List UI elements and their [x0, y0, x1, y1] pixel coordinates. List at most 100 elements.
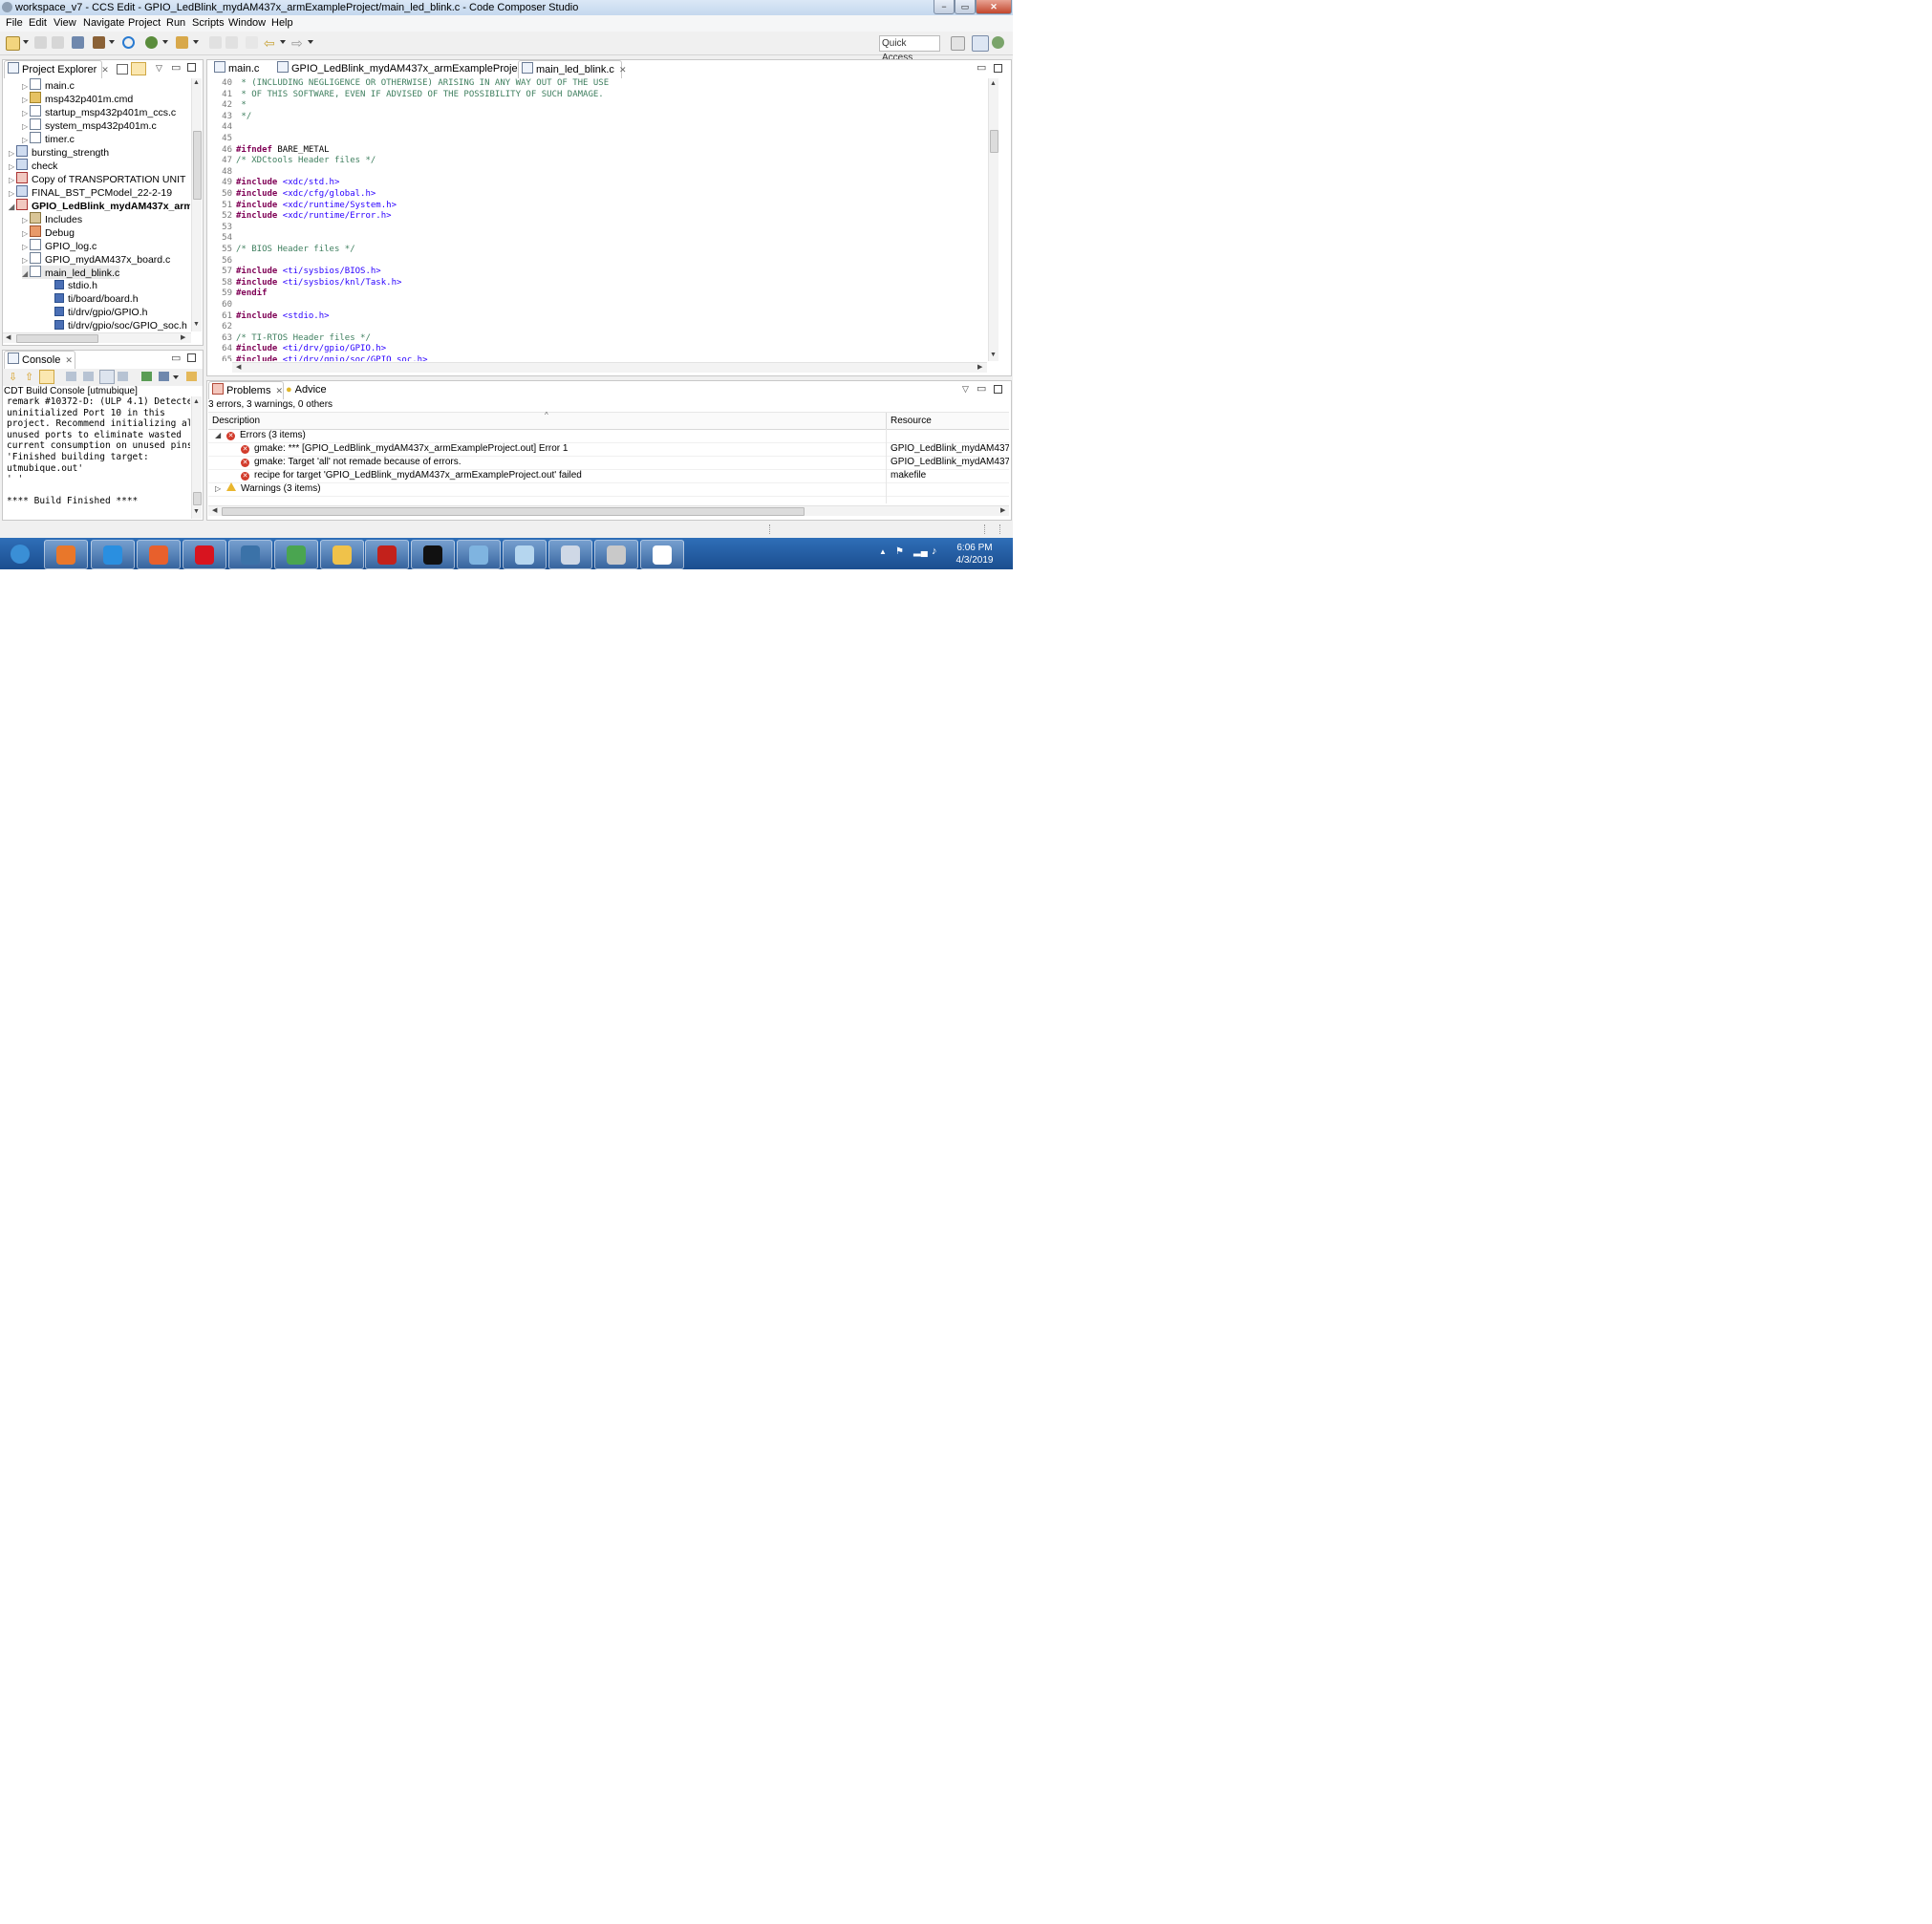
expanded-twisty-icon[interactable]: ◢: [22, 267, 30, 281]
display-dropdown-icon[interactable]: [173, 375, 179, 379]
scroll-left-arrow-icon[interactable]: ◀: [212, 506, 217, 514]
minimize-view-icon[interactable]: ▭: [171, 61, 181, 74]
minimize-view-icon[interactable]: ▭: [977, 382, 986, 395]
scroll-lock-up-icon[interactable]: ⇧: [25, 371, 33, 383]
quick-access-input[interactable]: Quick Access: [879, 35, 940, 63]
tree-item[interactable]: ▷ timer.c: [22, 132, 75, 145]
tree-item[interactable]: ▷ GPIO_log.c: [22, 239, 97, 252]
tree-item[interactable]: ▷ Debug: [22, 225, 75, 239]
errors-group-row[interactable]: ◢ ✕ Errors (3 items): [208, 429, 1009, 443]
open-perspective-icon[interactable]: [951, 36, 965, 51]
maximize-view-icon[interactable]: [994, 64, 1002, 73]
code-editor[interactable]: 40 * (INCLUDING NEGLIGENCE OR OTHERWISE)…: [207, 78, 986, 361]
ccs-edit-perspective-icon[interactable]: [972, 35, 989, 52]
save-icon[interactable]: [34, 36, 47, 49]
scroll-down-arrow-icon[interactable]: ▼: [193, 508, 200, 515]
scroll-up-arrow-icon[interactable]: ▲: [193, 79, 200, 86]
menu-help[interactable]: Help: [271, 17, 293, 29]
new-console-icon[interactable]: [186, 372, 197, 381]
flash-tool-icon[interactable]: [176, 36, 188, 49]
word-wrap-icon[interactable]: [39, 370, 54, 384]
tree-item[interactable]: ▷ GPIO_mydAM437x_board.c: [22, 252, 170, 266]
scroll-left-arrow-icon[interactable]: ◀: [6, 333, 11, 341]
menu-project[interactable]: Project: [128, 17, 161, 29]
collapse-twisty-icon[interactable]: ▷: [215, 482, 221, 496]
back-dropdown-icon[interactable]: [280, 40, 286, 44]
save-all-icon[interactable]: [52, 36, 64, 49]
show-hidden-icons-icon[interactable]: ▲: [879, 547, 887, 556]
scroll-right-arrow-icon[interactable]: ▶: [1000, 506, 1005, 514]
tab-console[interactable]: Console ✕: [4, 351, 75, 369]
close-icon[interactable]: ✕: [65, 355, 73, 365]
console-output[interactable]: remark #10372-D: (ULP 4.1) Detected unini…: [3, 396, 190, 519]
volume-icon[interactable]: ♪: [932, 545, 937, 557]
build-hammer-icon[interactable]: [93, 36, 105, 49]
new-dropdown-icon[interactable]: [23, 40, 29, 44]
file-explorer-icon[interactable]: [320, 540, 364, 569]
scroll-thumb[interactable]: [193, 131, 202, 200]
tree-item[interactable]: ▷ check: [9, 159, 57, 172]
tab-advice[interactable]: ● Advice: [286, 381, 339, 398]
scroll-lock-icon[interactable]: [83, 372, 94, 381]
link-with-editor-icon[interactable]: [131, 62, 146, 75]
debug-bug-icon[interactable]: [145, 36, 158, 49]
opera-icon[interactable]: [182, 540, 226, 569]
tree-item[interactable]: ti/drv/gpio/soc/GPIO_soc.h: [47, 319, 187, 331]
menu-file[interactable]: File: [6, 17, 23, 29]
editor-horizontal-scrollbar[interactable]: ◀ ▶: [232, 362, 987, 373]
menu-view[interactable]: View: [54, 17, 76, 29]
menu-navigate[interactable]: Navigate: [83, 17, 124, 29]
internet-explorer-icon[interactable]: [91, 540, 135, 569]
tree-item[interactable]: ◢ GPIO_LedBlink_mydAM437x_armExan: [9, 199, 190, 212]
maximize-view-icon[interactable]: [187, 63, 196, 72]
problem-row[interactable]: ✕ gmake: Target 'all' not remade because …: [208, 456, 1009, 470]
tree-item[interactable]: ti/board/board.h: [47, 292, 139, 306]
scroll-lock-down-icon[interactable]: ⇩: [9, 371, 17, 383]
minimize-view-icon[interactable]: ▭: [977, 61, 986, 74]
start-button[interactable]: [4, 540, 36, 567]
tree-horizontal-scrollbar[interactable]: ◀ ▶: [3, 332, 191, 343]
scroll-right-arrow-icon[interactable]: ▶: [181, 333, 185, 341]
scroll-thumb[interactable]: [16, 334, 98, 343]
forward-arrow-icon[interactable]: ⇨: [291, 35, 303, 52]
tree-item[interactable]: ▷ system_msp432p401m.c: [22, 118, 157, 132]
display-console-icon[interactable]: [159, 372, 169, 381]
paint-icon[interactable]: [457, 540, 501, 569]
tree-item[interactable]: ▷ Copy of TRANSPORTATION UNIT: [9, 172, 185, 185]
system-clock[interactable]: 6:06 PM 4/3/2019: [951, 542, 998, 567]
scroll-thumb[interactable]: [990, 130, 998, 153]
close-icon[interactable]: ✕: [101, 65, 109, 75]
media-player-icon[interactable]: [44, 540, 88, 569]
tab-main-led-blink[interactable]: main_led_blink.c ✕: [518, 60, 626, 78]
scroll-up-arrow-icon[interactable]: ▲: [193, 398, 200, 405]
scroll-thumb[interactable]: [222, 507, 805, 516]
task-icon[interactable]: [209, 36, 222, 49]
minimize-view-icon[interactable]: ▭: [171, 352, 181, 364]
tab-problems[interactable]: Problems ✕: [208, 381, 284, 399]
pin-icon[interactable]: [225, 36, 238, 49]
tree-item[interactable]: ◢ main_led_blink.c: [22, 266, 120, 281]
pin-console-icon[interactable]: [118, 372, 128, 381]
expand-twisty-icon[interactable]: ◢: [215, 429, 221, 442]
word-document-icon[interactable]: [548, 540, 592, 569]
acrobat-icon[interactable]: [365, 540, 409, 569]
chrome-icon[interactable]: [274, 540, 318, 569]
tab-main-c[interactable]: main.c: [211, 60, 269, 77]
show-console-icon[interactable]: [99, 370, 115, 384]
tree-item[interactable]: ▷ main.c: [22, 78, 75, 92]
console-vertical-scrollbar[interactable]: ▲ ▼: [191, 396, 202, 519]
scroll-up-arrow-icon[interactable]: ▲: [990, 80, 997, 87]
menu-window[interactable]: Window: [228, 17, 266, 29]
restore-button[interactable]: ▭: [955, 0, 976, 14]
tab-map-file[interactable]: GPIO_LedBlink_mydAM437x_armExampleProjec…: [274, 60, 549, 77]
column-divider[interactable]: [886, 413, 887, 429]
expanded-twisty-icon[interactable]: ◢: [9, 201, 16, 214]
python-icon[interactable]: [228, 540, 272, 569]
scroll-down-arrow-icon[interactable]: ▼: [193, 321, 200, 328]
network-icon[interactable]: ▂▄: [913, 546, 928, 557]
tab-project-explorer[interactable]: Project Explorer ✕: [4, 60, 109, 78]
problem-row[interactable]: ✕ recipe for target 'GPIO_LedBlink_mydAM4…: [208, 469, 1009, 483]
new-icon[interactable]: [6, 36, 20, 51]
code-composer-icon[interactable]: [594, 540, 638, 569]
maximize-view-icon[interactable]: [994, 385, 1002, 394]
